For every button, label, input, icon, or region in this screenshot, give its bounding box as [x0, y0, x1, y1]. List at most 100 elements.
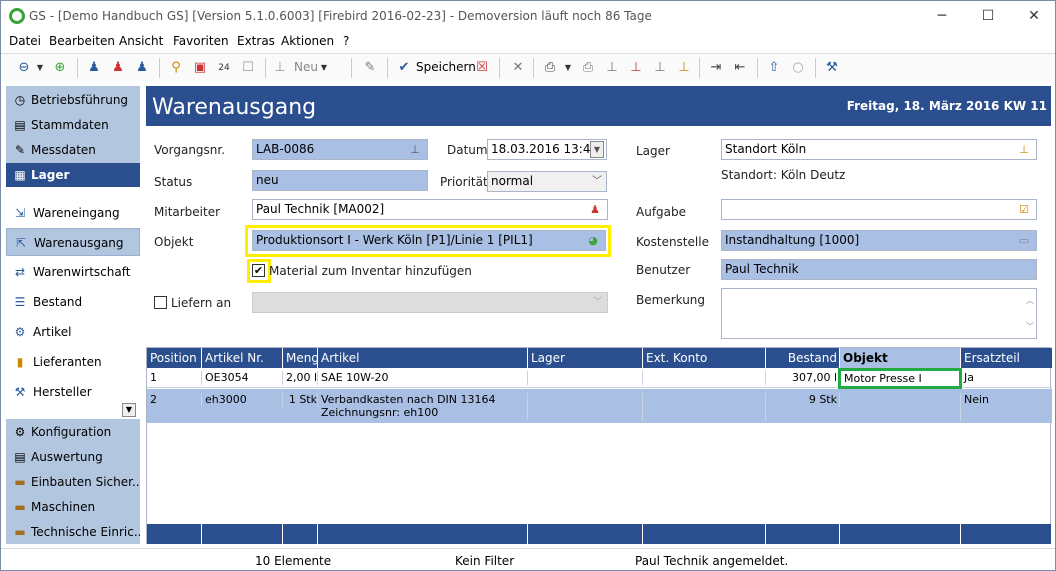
vorgangsnr-field[interactable]: LAB-0086 ⊥	[252, 139, 428, 160]
column-header-lager[interactable]: Lager	[528, 348, 643, 368]
cell-objekt[interactable]: Motor Presse I	[838, 368, 962, 389]
table-row[interactable]: 2 eh3000 1 Stk Verbandkasten nach DIN 13…	[147, 389, 1052, 423]
object-select-icon[interactable]: ◕	[583, 233, 603, 248]
status-field[interactable]: neu	[252, 170, 428, 191]
comment-icon[interactable]: ☐	[239, 59, 257, 77]
menu-favoriten[interactable]: Favoriten	[173, 34, 229, 48]
sidebar-item-konfiguration[interactable]: ⚙ Konfiguration	[6, 420, 140, 444]
sidebar-item-stammdaten[interactable]: ▤ Stammdaten	[6, 113, 140, 137]
person-select-icon[interactable]: ♟	[585, 202, 605, 217]
menu-extras[interactable]: Extras	[237, 34, 275, 48]
column-header-artikel-nr[interactable]: Artikel Nr.	[202, 348, 283, 368]
bemerkung-textarea[interactable]: ︿ ﹀	[721, 288, 1037, 339]
prioritaet-select[interactable]: normal ﹀	[487, 171, 607, 192]
column-header-position[interactable]: Position	[147, 348, 202, 368]
circle-icon[interactable]: ○	[789, 59, 807, 77]
save-icon[interactable]: ✔	[395, 59, 413, 77]
calendar-alert-icon[interactable]: ▣	[191, 59, 209, 77]
tool-icon[interactable]: ⊥	[603, 59, 621, 77]
table-row[interactable]: 1 OE3054 2,00 l SAE 10W-20 307,00 l Moto…	[147, 368, 1052, 389]
back-icon[interactable]: ⊖	[15, 59, 33, 77]
cell-bestand: 307,00 l	[766, 371, 840, 385]
user-icon[interactable]: ♟	[85, 59, 103, 77]
dropdown-arrow-icon[interactable]: ▼	[319, 59, 329, 77]
tool-x-icon[interactable]: ⊥	[627, 59, 645, 77]
toolbar-separator	[533, 58, 534, 78]
minimize-button[interactable]: ─	[919, 1, 965, 32]
print-preview-icon[interactable]: ⎙	[579, 59, 597, 77]
sidebar-item-maschinen[interactable]: ▬ Maschinen	[6, 495, 140, 519]
user-delete-icon[interactable]: ♟	[109, 59, 127, 77]
lager-field[interactable]: Standort Köln ⊥	[721, 139, 1037, 160]
objekt-field[interactable]: Produktionsort I - Werk Köln [P1]/Linie …	[252, 230, 606, 251]
new-icon[interactable]: ⊥	[271, 59, 289, 77]
move-in-icon[interactable]: ⇥	[707, 59, 725, 77]
warehouse-select-icon[interactable]: ⊥	[1014, 142, 1034, 157]
column-header-objekt[interactable]: Objekt	[840, 348, 961, 368]
print-icon[interactable]: ⎙	[541, 59, 559, 77]
menu-bearbeiten[interactable]: Bearbeiten	[49, 34, 115, 48]
menu-ansicht[interactable]: Ansicht	[119, 34, 163, 48]
cell-objekt[interactable]	[840, 393, 961, 421]
move-out-icon[interactable]: ⇤	[731, 59, 749, 77]
new-button-label[interactable]: Neu	[294, 60, 318, 74]
aufgabe-field[interactable]: ☑	[721, 199, 1037, 220]
sidebar-item-warenausgang[interactable]: ⇱ Warenausgang	[6, 228, 140, 256]
cancel-icon[interactable]: ☒	[473, 59, 491, 77]
column-header-artikel[interactable]: Artikel	[318, 348, 528, 368]
sidebar-item-betriebsfuehrung[interactable]: ◷ Betriebsführung	[6, 88, 140, 112]
search-person-icon[interactable]: ⚲	[167, 59, 185, 77]
sidebar-scroll-button[interactable]: ▼	[122, 403, 136, 417]
column-header-ersatzteil[interactable]: Ersatzteil	[961, 348, 1052, 368]
column-header-menge[interactable]: Meng	[283, 348, 318, 368]
toolbar-separator	[77, 58, 78, 78]
sidebar-item-hersteller[interactable]: ⚒ Hersteller	[6, 378, 140, 406]
scroll-up-icon[interactable]: ︿	[1026, 291, 1034, 310]
scroll-down-icon[interactable]: ﹀	[1026, 317, 1034, 336]
sidebar-item-messdaten[interactable]: ✎ Messdaten	[6, 138, 140, 162]
menu-help[interactable]: ?	[343, 34, 349, 48]
mitarbeiter-field[interactable]: Paul Technik [MA002] ♟	[252, 199, 608, 220]
liefern-checkbox[interactable]	[154, 296, 167, 309]
menu-aktionen[interactable]: Aktionen	[281, 34, 334, 48]
sidebar-item-einbauten[interactable]: ▬ Einbauten Sicher...	[6, 470, 140, 494]
maximize-button[interactable]: ☐	[965, 1, 1011, 32]
costcenter-select-icon[interactable]: ▭	[1014, 233, 1034, 248]
sidebar-item-lieferanten[interactable]: ▮ Lieferanten	[6, 348, 140, 376]
column-header-ext-konto[interactable]: Ext. Konto	[643, 348, 766, 368]
user-group-icon[interactable]: ♟	[133, 59, 151, 77]
sidebar-item-bestand[interactable]: ☰ Bestand	[6, 288, 140, 316]
save-button-label[interactable]: Speichern	[416, 60, 476, 74]
sidebar-item-technische[interactable]: ▬ Technische Einric...	[6, 520, 140, 544]
table-footer-cell	[147, 524, 202, 544]
menu-datei[interactable]: Datei	[9, 34, 41, 48]
tool-edit-icon[interactable]: ⊥	[675, 59, 693, 77]
edit-number-icon[interactable]: ⊥	[405, 142, 425, 157]
inventar-checkbox[interactable]: ✔	[252, 264, 265, 277]
cell-menge: 1 Stk	[283, 393, 318, 407]
clock-24-icon[interactable]: 24	[215, 59, 233, 77]
column-header-bestand[interactable]: Bestand	[766, 348, 840, 368]
sidebar-item-wareneingang[interactable]: ⇲ Wareneingang	[6, 199, 140, 227]
forward-icon[interactable]: ⊕	[51, 59, 69, 77]
sidebar-item-artikel[interactable]: ⚙ Artikel	[6, 318, 140, 346]
inventar-label: Material zum Inventar hinzufügen	[269, 264, 472, 278]
kostenstelle-field[interactable]: Instandhaltung [1000] ▭	[721, 230, 1037, 251]
date-dropdown-icon[interactable]: ▼	[590, 141, 604, 158]
dropdown-arrow-icon[interactable]: ▼	[35, 59, 45, 77]
lager-label: Lager	[636, 144, 670, 158]
edit-icon[interactable]: ✎	[361, 59, 379, 77]
delete-icon[interactable]: ✕	[509, 59, 527, 77]
sidebar-item-auswertung[interactable]: ▤ Auswertung	[6, 445, 140, 469]
close-button[interactable]: ✕	[1011, 1, 1055, 32]
dropdown-arrow-icon[interactable]: ▼	[563, 59, 573, 77]
up-icon[interactable]: ⇧	[765, 59, 783, 77]
sidebar-item-warenwirtschaft[interactable]: ⇄ Warenwirtschaft	[6, 258, 140, 286]
datum-field[interactable]: 18.03.2016 13:46 ▼	[487, 139, 607, 160]
sidebar-item-lager[interactable]: ▦ Lager	[6, 163, 140, 187]
settings-tool-icon[interactable]: ⚒	[823, 59, 841, 77]
liefern-select[interactable]: ﹀	[252, 292, 608, 313]
tool-split-icon[interactable]: ⊥	[651, 59, 669, 77]
task-select-icon[interactable]: ☑	[1014, 202, 1034, 217]
table-footer-cell	[840, 524, 961, 544]
